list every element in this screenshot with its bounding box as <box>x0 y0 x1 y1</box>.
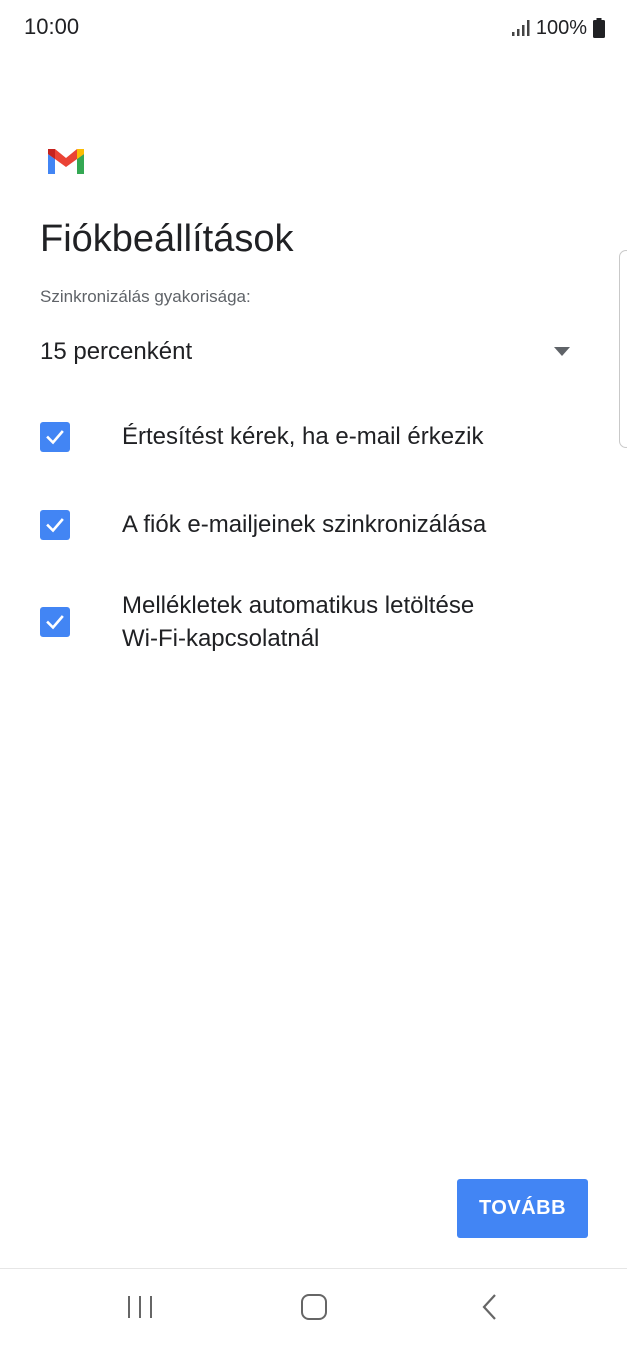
status-time: 10:00 <box>24 14 80 39</box>
signal-icon <box>511 20 530 36</box>
next-button[interactable]: TOVÁBB <box>457 1179 588 1238</box>
home-button[interactable] <box>284 1285 344 1329</box>
option-notify-new-mail[interactable]: Értesítést kérek, ha e-mail érkezik <box>40 420 600 453</box>
checkmark-icon <box>46 517 64 532</box>
checkmark-icon <box>46 615 64 630</box>
sync-frequency-dropdown[interactable]: 15 percenként <box>40 330 580 374</box>
scroll-indicator[interactable] <box>619 250 627 448</box>
notify-label: Értesítést kérek, ha e-mail érkezik <box>122 423 484 450</box>
recent-apps-button[interactable] <box>110 1285 170 1329</box>
sync-frequency-value: 15 percenként <box>40 338 193 365</box>
gmail-logo <box>48 149 84 174</box>
battery-level: 100% <box>535 16 587 39</box>
back-icon <box>482 1294 496 1320</box>
checkmark-icon <box>46 429 64 444</box>
status-bar: 10:00 100% <box>0 0 627 56</box>
battery-icon <box>593 18 605 38</box>
back-button[interactable] <box>460 1285 520 1329</box>
status-indicators: 100% <box>511 14 605 42</box>
attachments-label: Mellékletek automatikus letöltése Wi-Fi-… <box>122 592 475 652</box>
sync-label: A fiók e-mailjeinek szinkronizálása <box>122 511 487 538</box>
attachments-checkbox[interactable] <box>40 607 70 637</box>
home-icon <box>301 1294 327 1320</box>
sync-frequency-label: Szinkronizálás gyakorisága: <box>40 287 251 306</box>
option-sync-account[interactable]: A fiók e-mailjeinek szinkronizálása <box>40 508 600 541</box>
navigation-bar <box>0 1268 627 1347</box>
notify-checkbox[interactable] <box>40 421 70 452</box>
page-title: Fiókbeállítások <box>40 218 294 260</box>
option-auto-download-attachments[interactable]: Mellékletek automatikus letöltése Wi-Fi-… <box>40 589 600 655</box>
dropdown-arrow-icon <box>554 347 570 356</box>
recent-apps-icon <box>128 1296 152 1318</box>
sync-checkbox[interactable] <box>40 509 70 540</box>
